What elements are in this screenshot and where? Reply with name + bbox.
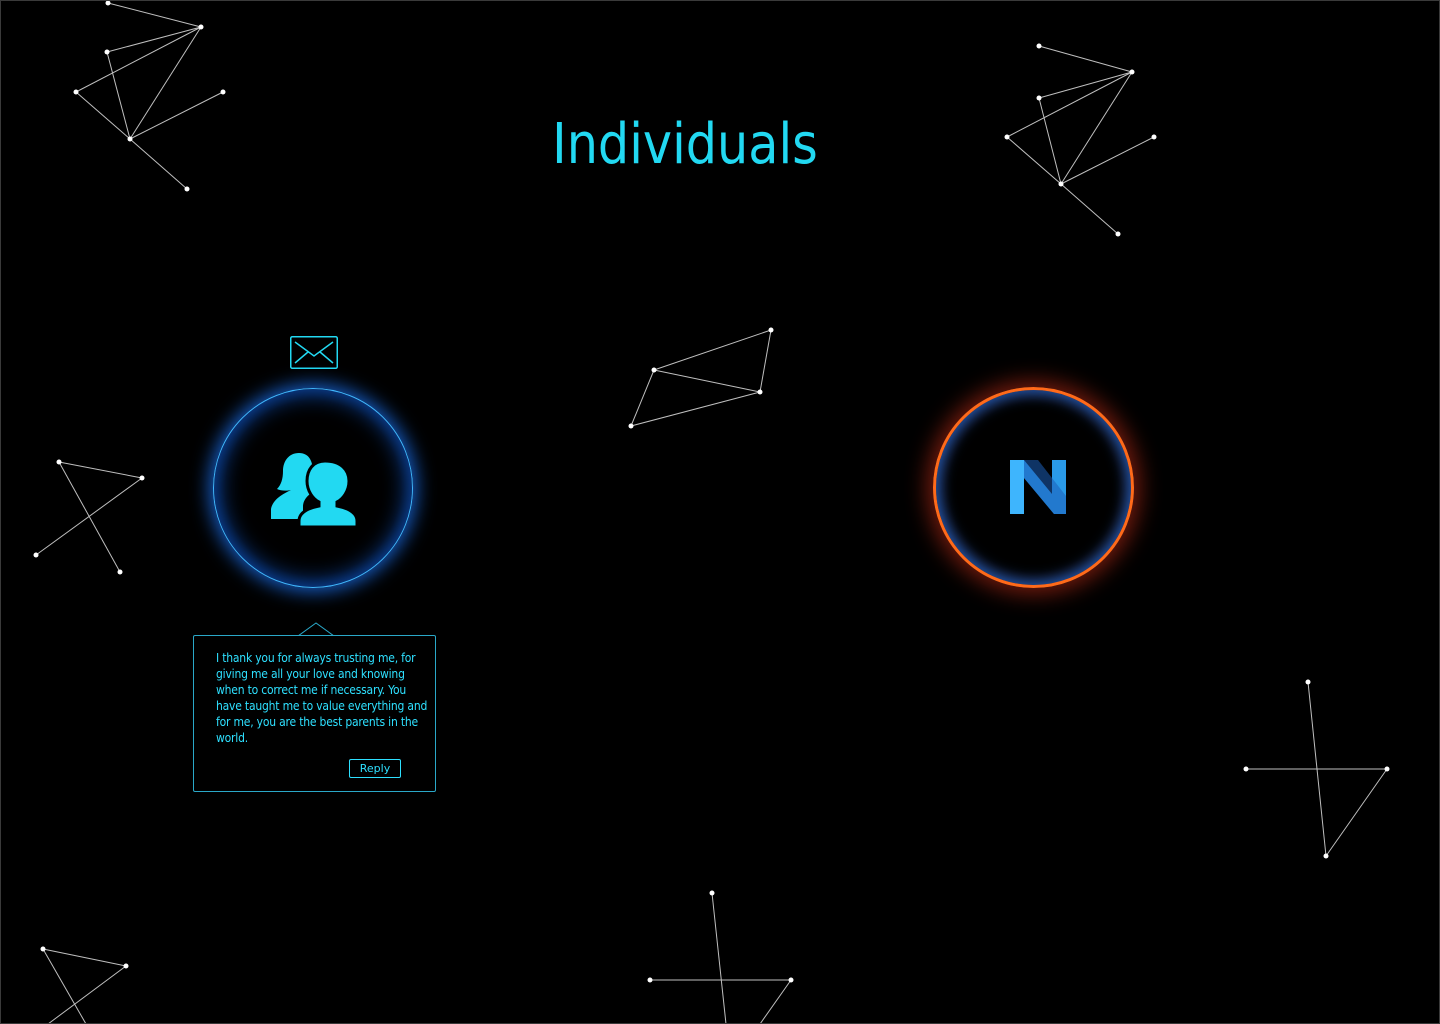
individuals-avatar-node[interactable] bbox=[213, 388, 413, 588]
users-icon bbox=[271, 453, 359, 529]
envelope-icon bbox=[290, 336, 338, 369]
page-title: Individuals bbox=[552, 112, 818, 177]
constellation-left-middle bbox=[33, 459, 145, 575]
message-popover: I thank you for always trusting me, for … bbox=[193, 635, 436, 792]
constellation-bottom-left bbox=[40, 946, 129, 1024]
reply-button[interactable]: Reply bbox=[349, 759, 401, 778]
mail-button[interactable] bbox=[290, 336, 338, 369]
message-text: I thank you for always trusting me, for … bbox=[216, 651, 428, 745]
constellation-bottom-center bbox=[647, 890, 794, 1024]
constellation-bottom-right bbox=[1243, 679, 1390, 859]
constellation-center bbox=[628, 327, 774, 429]
brand-node[interactable] bbox=[933, 387, 1134, 588]
n-logo-icon bbox=[1010, 460, 1066, 514]
